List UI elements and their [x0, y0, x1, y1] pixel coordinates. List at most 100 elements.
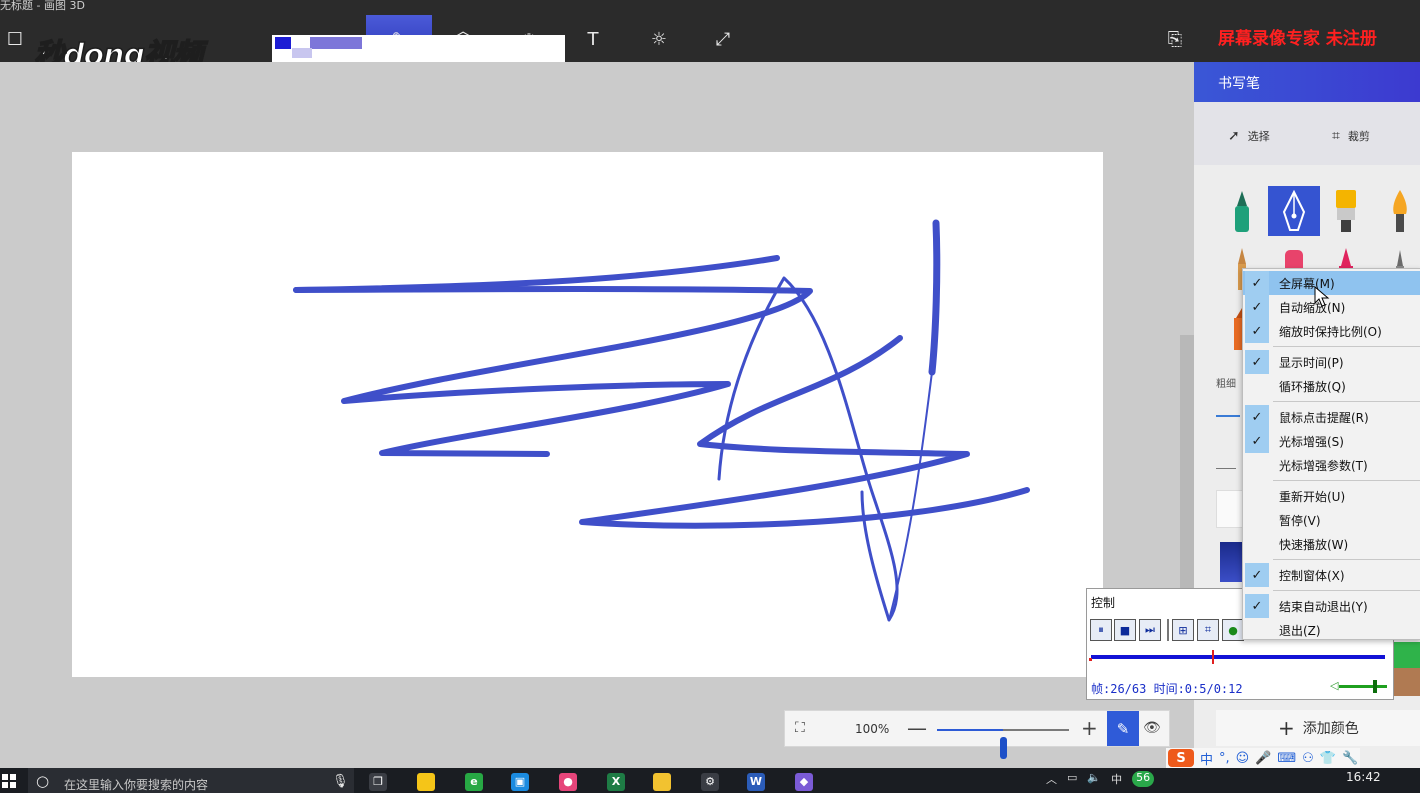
volume-icon[interactable]: 🔈 [1087, 771, 1101, 787]
sogou-logo-icon[interactable]: S [1168, 749, 1194, 767]
stop-button[interactable]: ■ [1114, 619, 1136, 641]
volume-thumb[interactable] [1372, 680, 1377, 693]
zoom-in-button[interactable]: + [1081, 716, 1098, 740]
crop-button[interactable]: ⌗ 裁剪 [1332, 128, 1370, 144]
menu-item[interactable]: 暂停(V) [1243, 508, 1420, 532]
punctuation-icon[interactable]: °, [1219, 751, 1230, 766]
menu-item[interactable]: 重新开始(U) [1243, 484, 1420, 508]
taskbar-app-file-explorer[interactable] [642, 770, 682, 793]
ime-language[interactable]: 中 [1200, 749, 1213, 768]
calligraphy-pen-tool[interactable] [1268, 186, 1320, 236]
voice-icon[interactable]: 🎤 [1255, 751, 1271, 766]
clock[interactable]: 16:42 [1346, 770, 1381, 784]
canvas-icon[interactable]: ⤢ [708, 24, 738, 54]
chevron-up-icon[interactable]: ︿ [1046, 771, 1057, 787]
crop-icon: ⌗ [1332, 128, 1340, 144]
vertical-scrollbar[interactable] [1180, 335, 1194, 600]
progress-bar[interactable] [1089, 650, 1385, 664]
taskbar-app-store[interactable]: ▣ [500, 770, 540, 793]
toolbox-icon[interactable]: ⚇ [1302, 751, 1314, 766]
menu-item-label: 光标增强参数(T) [1279, 459, 1368, 473]
select-button[interactable]: ➚ 选择 [1228, 128, 1270, 144]
view-mode-icon[interactable]: 👁 [1143, 720, 1161, 736]
menu-item[interactable]: ✓ 缩放时保持比例(O) [1243, 319, 1420, 343]
fit-to-screen-icon[interactable]: ⛶ [795, 720, 805, 736]
zoom-slider-thumb[interactable] [1000, 737, 1007, 759]
menu-item[interactable]: ✓ 全屏幕(M) [1243, 271, 1420, 295]
marker-tool[interactable] [1224, 186, 1260, 234]
taskbar-app-word[interactable]: W [736, 770, 776, 793]
color-swatch-green[interactable] [1390, 642, 1420, 668]
tray-language[interactable]: 中 [1111, 771, 1122, 787]
watercolor-tool[interactable] [1382, 186, 1418, 234]
text-icon[interactable]: T [578, 24, 608, 54]
checkmark-icon: ✓ [1245, 319, 1269, 343]
taskbar-app-settings[interactable]: ⚙ [690, 770, 730, 793]
menu-item[interactable]: ✓ 结束自动退出(Y) [1243, 594, 1420, 618]
menu-item[interactable]: ✓ 鼠标点击提醒(R) [1243, 405, 1420, 429]
tray-badge[interactable]: 56 [1132, 771, 1155, 787]
pause-button[interactable]: ⏸ [1090, 619, 1112, 641]
settings-icon: ⚙ [701, 772, 719, 791]
checkmark-icon: ✓ [1245, 429, 1269, 453]
taskbar-app-tag-app[interactable]: ● [548, 770, 588, 793]
menu-item[interactable]: ✓ 光标增强(S) [1243, 429, 1420, 453]
progress-marker[interactable] [1212, 650, 1215, 664]
menu-item-label: 退出(Z) [1279, 624, 1321, 638]
ink-stroke [579, 335, 1030, 529]
thickness-slider[interactable] [1216, 415, 1240, 417]
menu-item[interactable]: ✓ 自动缩放(N) [1243, 295, 1420, 319]
keyboard-icon[interactable]: ⌨ [1277, 751, 1296, 766]
zoom-slider-track[interactable] [937, 729, 1069, 759]
network-icon[interactable]: ▭ [1067, 771, 1077, 787]
ink-stroke [928, 219, 941, 376]
taskbar-app-task-view[interactable]: ❐ [358, 770, 398, 793]
paint-3d-icon: ◆ [795, 772, 813, 791]
menu-item-label: 鼠标点击提醒(R) [1279, 411, 1369, 425]
color-swatch-blue[interactable] [1220, 542, 1242, 582]
pen-icon: ✎ [1116, 719, 1130, 738]
menu-item[interactable]: 循环播放(Q) [1243, 374, 1420, 398]
file-explorer-icon [653, 772, 671, 791]
fullscreen-button[interactable]: ⊞ [1172, 619, 1194, 641]
effects-icon[interactable]: ☼ [644, 24, 674, 54]
taskbar-app-sticky-notes[interactable] [406, 770, 446, 793]
menu-item[interactable]: 退出(Z) [1243, 618, 1420, 642]
paste-icon[interactable]: ⎘ [1160, 24, 1190, 54]
menu-item[interactable]: 光标增强参数(T) [1243, 453, 1420, 477]
control-title: 控制 [1091, 596, 1116, 610]
color-swatch-brown[interactable] [1390, 668, 1420, 696]
checkmark-icon: ✓ [1245, 563, 1269, 587]
menu-item[interactable]: 快速播放(W) [1243, 532, 1420, 556]
folder-icon[interactable]: ☐ [0, 24, 30, 54]
taskbar-app-excel[interactable]: X [596, 770, 636, 793]
taskbar-app-360-browser[interactable]: e [454, 770, 494, 793]
fit-window-button[interactable]: ⌗ [1197, 619, 1219, 641]
checkmark-icon: ✓ [1245, 405, 1269, 429]
zoom-out-button[interactable]: — [907, 716, 927, 740]
progress-start-marker [1089, 658, 1092, 661]
sticky-notes-icon [417, 772, 435, 791]
menu-item[interactable]: ✓ 显示时间(P) [1243, 350, 1420, 374]
oil-brush-tool[interactable] [1328, 186, 1364, 234]
add-color-label: 添加颜色 [1302, 721, 1359, 737]
cursor-effect-button[interactable]: ● [1222, 619, 1244, 641]
panel-title: 书写笔 [1218, 76, 1260, 92]
taskbar-app-paint-3d[interactable]: ◆ [784, 770, 824, 793]
add-color-button[interactable]: + 添加颜色 [1216, 710, 1420, 746]
settings-icon[interactable]: 🔧 [1342, 751, 1358, 766]
pen-mode-button[interactable]: ✎ [1107, 711, 1139, 746]
frame-time-readout: 帧:26/63 时间:0:5/0:12 [1091, 682, 1243, 696]
volume-slider[interactable] [1339, 680, 1387, 693]
fast-forward-button[interactable]: ⏭ [1139, 619, 1161, 641]
microphone-icon[interactable]: 🎙 [332, 774, 349, 789]
skin-icon[interactable]: 👕 [1320, 751, 1336, 766]
emoji-icon[interactable]: ☺ [1236, 751, 1250, 766]
taskbar-search-box[interactable]: ○ 在这里输入你要搜索的内容 🎙 [28, 768, 354, 793]
menu-item[interactable]: ✓ 控制窗体(X) [1243, 563, 1420, 587]
drawing-canvas[interactable] [72, 152, 1103, 677]
ink-stroke [293, 286, 813, 457]
windows-start-icon[interactable] [2, 774, 16, 788]
menu-separator [1273, 590, 1420, 591]
window-title: 无标题 - 画图 3D [0, 0, 85, 12]
